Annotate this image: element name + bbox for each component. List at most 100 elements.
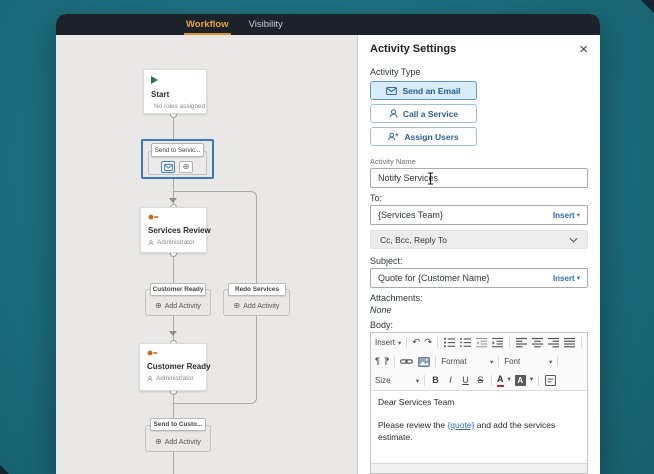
body-greeting: Dear Services Team xyxy=(378,397,455,407)
text-color-button[interactable]: A xyxy=(497,374,504,387)
envelope-icon xyxy=(163,163,173,171)
image-icon[interactable] xyxy=(417,355,430,368)
workflow-canvas[interactable]: Start No roles assigned Send to Servic..… xyxy=(56,35,357,474)
attachments-value: None xyxy=(370,305,392,315)
tab-visibility[interactable]: Visibility xyxy=(247,14,285,35)
link-icon[interactable] xyxy=(400,355,414,368)
node-customer-ready[interactable]: Customer Ready Administrator xyxy=(139,343,211,391)
redo-icon[interactable]: ↷ xyxy=(424,338,432,348)
to-insert-dropdown[interactable]: Insert ▾ xyxy=(553,211,580,220)
node-send-to-services-label[interactable]: Send to Servic... xyxy=(151,143,204,157)
app-window: Workflow Visibility Start No roles assig… xyxy=(56,14,600,474)
chevron-down-icon xyxy=(569,237,578,243)
plus-circle-icon: ⊕ xyxy=(155,437,162,446)
user-task-icon xyxy=(148,214,159,220)
attachments-label: Attachments: xyxy=(370,293,423,303)
activity-type-send-email-button[interactable]: Send an Email xyxy=(370,81,477,100)
caret-down-icon: ▾ xyxy=(507,376,511,384)
subject-insert-dropdown[interactable]: Insert ▾ xyxy=(553,274,580,283)
to-input[interactable]: {Services Team} Insert ▾ xyxy=(370,205,588,225)
editor-toolbar: Insert ▾ ↶ ↷ ¶ ¶ Format ▾ Font ▾ Size ▾ … xyxy=(371,333,587,391)
text-cursor-icon xyxy=(428,172,433,185)
toolbar-insert-dropdown[interactable]: Insert ▾ xyxy=(375,338,401,347)
align-center-icon[interactable] xyxy=(531,336,543,349)
to-label: To: xyxy=(370,193,383,203)
body-label: Body: xyxy=(370,320,394,330)
activity-name-input[interactable]: Notify Services xyxy=(370,168,588,188)
caret-down-icon: ▾ xyxy=(398,339,402,347)
caret-down-icon: ▾ xyxy=(489,358,494,366)
underline-button[interactable]: U xyxy=(460,376,471,385)
person-icon xyxy=(148,239,154,245)
add-activity-label: Add Activity xyxy=(164,439,201,446)
format-dropdown[interactable]: Format ▾ xyxy=(441,357,493,366)
undo-icon[interactable]: ↶ xyxy=(412,338,420,348)
envelope-icon xyxy=(386,86,398,95)
node-services-review-title: Services Review xyxy=(148,226,211,235)
activity-type-options: Send an Email Call a Service Assign User… xyxy=(370,81,588,146)
activity-type-label: Activity Type xyxy=(370,67,421,77)
node-customer-ready-title: Customer Ready xyxy=(147,362,211,371)
email-activity-button[interactable] xyxy=(161,161,175,173)
branch-customer-ready-label[interactable]: Customer Ready xyxy=(150,283,206,296)
node-start[interactable]: Start No roles assigned xyxy=(143,69,207,114)
activity-type-assign-users-button[interactable]: Assign Users xyxy=(370,127,477,146)
node-customer-ready-assignee: Administrator xyxy=(156,375,194,382)
caret-down-icon: ▾ xyxy=(415,377,419,385)
background-corner-decoration xyxy=(0,465,9,474)
background-corner-decoration xyxy=(641,0,654,13)
strikethrough-button[interactable]: S xyxy=(475,376,486,385)
email-body-editor[interactable]: Dear Services Team Please review the {qu… xyxy=(371,391,587,463)
align-left-icon[interactable] xyxy=(515,336,527,349)
paragraph-rtl-icon[interactable]: ¶ xyxy=(384,356,389,367)
body-rich-text-editor: Insert ▾ ↶ ↷ ¶ ¶ Format ▾ Font ▾ Size ▾ … xyxy=(370,332,588,474)
panel-title: Activity Settings xyxy=(370,43,457,55)
connector-line xyxy=(173,452,174,474)
tab-visibility-label: Visibility xyxy=(248,19,283,30)
app-header: Workflow Visibility xyxy=(56,14,600,35)
user-task-icon xyxy=(147,350,158,356)
indent-icon[interactable] xyxy=(492,336,504,349)
connector-line xyxy=(173,391,174,418)
size-dropdown[interactable]: Size ▾ xyxy=(375,376,419,385)
italic-button[interactable]: I xyxy=(445,376,456,385)
paragraph-ltr-icon[interactable]: ¶ xyxy=(375,357,380,367)
play-icon xyxy=(151,76,158,84)
justify-icon[interactable] xyxy=(564,336,576,349)
caret-down-icon: ▾ xyxy=(529,376,534,384)
arrowhead-icon xyxy=(169,331,177,336)
cc-bcc-replyto-expander[interactable]: Cc, Bcc, Reply To xyxy=(370,230,588,249)
tab-workflow-label: Workflow xyxy=(186,19,229,30)
align-right-icon[interactable] xyxy=(548,336,560,349)
call-service-icon xyxy=(389,109,398,118)
caret-down-icon: ▾ xyxy=(576,275,580,282)
node-services-review[interactable]: Services Review Administrator xyxy=(140,207,211,253)
plus-circle-icon: ⊕ xyxy=(233,301,241,310)
person-icon xyxy=(147,375,153,381)
subject-label: Subject: xyxy=(370,256,403,266)
subject-input[interactable]: Quote for {Customer Name} Insert ▾ xyxy=(370,268,588,288)
caret-down-icon: ▾ xyxy=(576,212,580,219)
bullet-list-icon[interactable] xyxy=(459,336,472,349)
close-icon[interactable]: × xyxy=(579,42,588,57)
font-dropdown[interactable]: Font ▾ xyxy=(504,357,552,366)
activity-settings-panel: Activity Settings × Activity Type Send a… xyxy=(357,35,600,474)
header-tabs: Workflow Visibility xyxy=(184,14,285,35)
tab-workflow[interactable]: Workflow xyxy=(184,14,231,35)
editor-footer-bar xyxy=(371,463,587,473)
branch-redo-services-label[interactable]: Redo Services xyxy=(228,283,286,296)
add-activity-label: Add Activity xyxy=(243,303,280,310)
outdent-icon[interactable] xyxy=(476,336,488,349)
ordered-list-icon[interactable] xyxy=(443,336,455,349)
connector-line xyxy=(173,253,174,283)
activity-type-call-service-button[interactable]: Call a Service xyxy=(370,104,477,123)
bold-button[interactable]: B xyxy=(430,376,441,385)
plus-circle-icon: ⊕ xyxy=(182,162,190,171)
add-step-button[interactable]: ⊕ xyxy=(179,161,193,173)
source-code-icon[interactable] xyxy=(544,374,557,387)
body-message: Please review the {quote} and add the se… xyxy=(378,419,556,442)
background-color-button[interactable]: A xyxy=(514,375,526,386)
quote-variable-link[interactable]: {quote} xyxy=(447,420,474,430)
branch-send-to-customer-label[interactable]: Send to Custo... xyxy=(150,418,206,431)
add-activity-label: Add Activity xyxy=(164,303,201,310)
